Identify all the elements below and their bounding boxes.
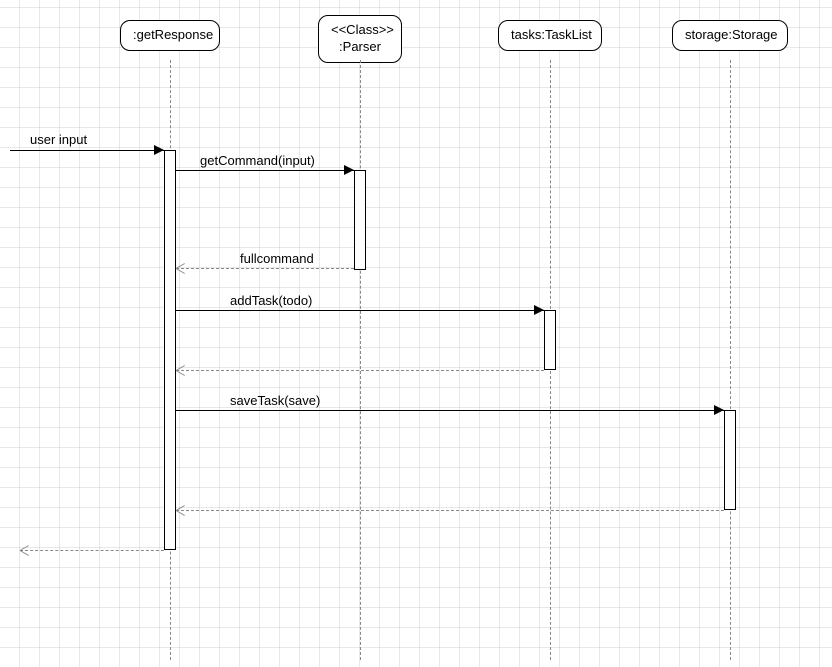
participant-label: tasks:TaskList [511, 27, 592, 42]
lifeline-parser [360, 60, 361, 660]
arrowhead-savetask [714, 405, 724, 415]
participant-label: <<Class>> :Parser [331, 22, 394, 54]
participant-getresponse: :getResponse [120, 20, 220, 51]
activation-parser [354, 170, 366, 270]
participant-tasklist: tasks:TaskList [498, 20, 602, 51]
arrowhead-getcommand [344, 165, 354, 175]
arrow-addtask-return [176, 370, 544, 371]
arrow-getcommand [176, 170, 354, 171]
activation-tasklist [544, 310, 556, 370]
participant-label: storage:Storage [685, 27, 778, 42]
message-getcommand: getCommand(input) [200, 153, 315, 168]
return-fullcommand: fullcommand [240, 251, 314, 266]
arrowhead-addtask-return [176, 370, 186, 380]
initial-message-label: user input [30, 132, 87, 147]
arrowhead-final-return [20, 550, 30, 560]
arrow-addtask [176, 310, 544, 311]
participant-label: :getResponse [133, 27, 213, 42]
arrow-savetask [176, 410, 724, 411]
message-savetask: saveTask(save) [230, 393, 320, 408]
lifeline-storage [730, 60, 731, 660]
participant-parser: <<Class>> :Parser [318, 15, 402, 63]
arrow-final-return [20, 550, 164, 551]
arrowhead-savetask-return [176, 510, 186, 520]
activation-storage [724, 410, 736, 510]
arrow-savetask-return [176, 510, 724, 511]
initial-arrow [10, 150, 164, 151]
arrowhead-addtask [534, 305, 544, 315]
message-addtask: addTask(todo) [230, 293, 312, 308]
initial-arrowhead [154, 145, 164, 155]
arrow-fullcommand [176, 268, 354, 269]
participant-storage: storage:Storage [672, 20, 788, 51]
activation-getresponse [164, 150, 176, 550]
arrowhead-fullcommand [176, 268, 186, 278]
